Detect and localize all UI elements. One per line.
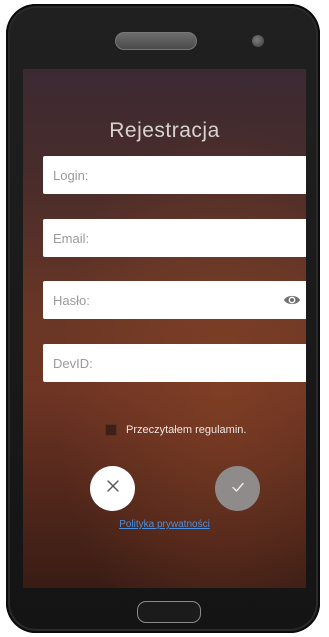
speaker-grille (115, 32, 197, 50)
close-icon (106, 479, 120, 498)
privacy-policy-link[interactable]: Polityka prywatności (23, 519, 306, 530)
confirm-button[interactable] (215, 466, 260, 511)
terms-label[interactable]: Przeczytałem regulamin. (126, 424, 246, 436)
login-field[interactable] (43, 156, 306, 194)
email-field[interactable] (43, 219, 306, 257)
home-button[interactable] (137, 601, 201, 623)
phone-frame: Rejestracja Przeczytałem regulamin. (6, 4, 320, 633)
email-input[interactable] (43, 219, 306, 257)
devid-input[interactable] (43, 344, 306, 382)
password-field[interactable] (43, 281, 306, 319)
login-input[interactable] (43, 156, 306, 194)
check-icon (231, 480, 245, 498)
devid-field[interactable] (43, 344, 306, 382)
password-input[interactable] (43, 281, 306, 319)
cancel-button[interactable] (90, 466, 135, 511)
page-title: Rejestracja (109, 119, 220, 142)
front-camera (252, 35, 264, 47)
registration-screen: Rejestracja Przeczytałem regulamin. (23, 69, 306, 588)
terms-row[interactable]: Przeczytałem regulamin. (105, 422, 246, 438)
eye-icon[interactable] (283, 292, 301, 308)
terms-checkbox[interactable] (105, 424, 117, 436)
